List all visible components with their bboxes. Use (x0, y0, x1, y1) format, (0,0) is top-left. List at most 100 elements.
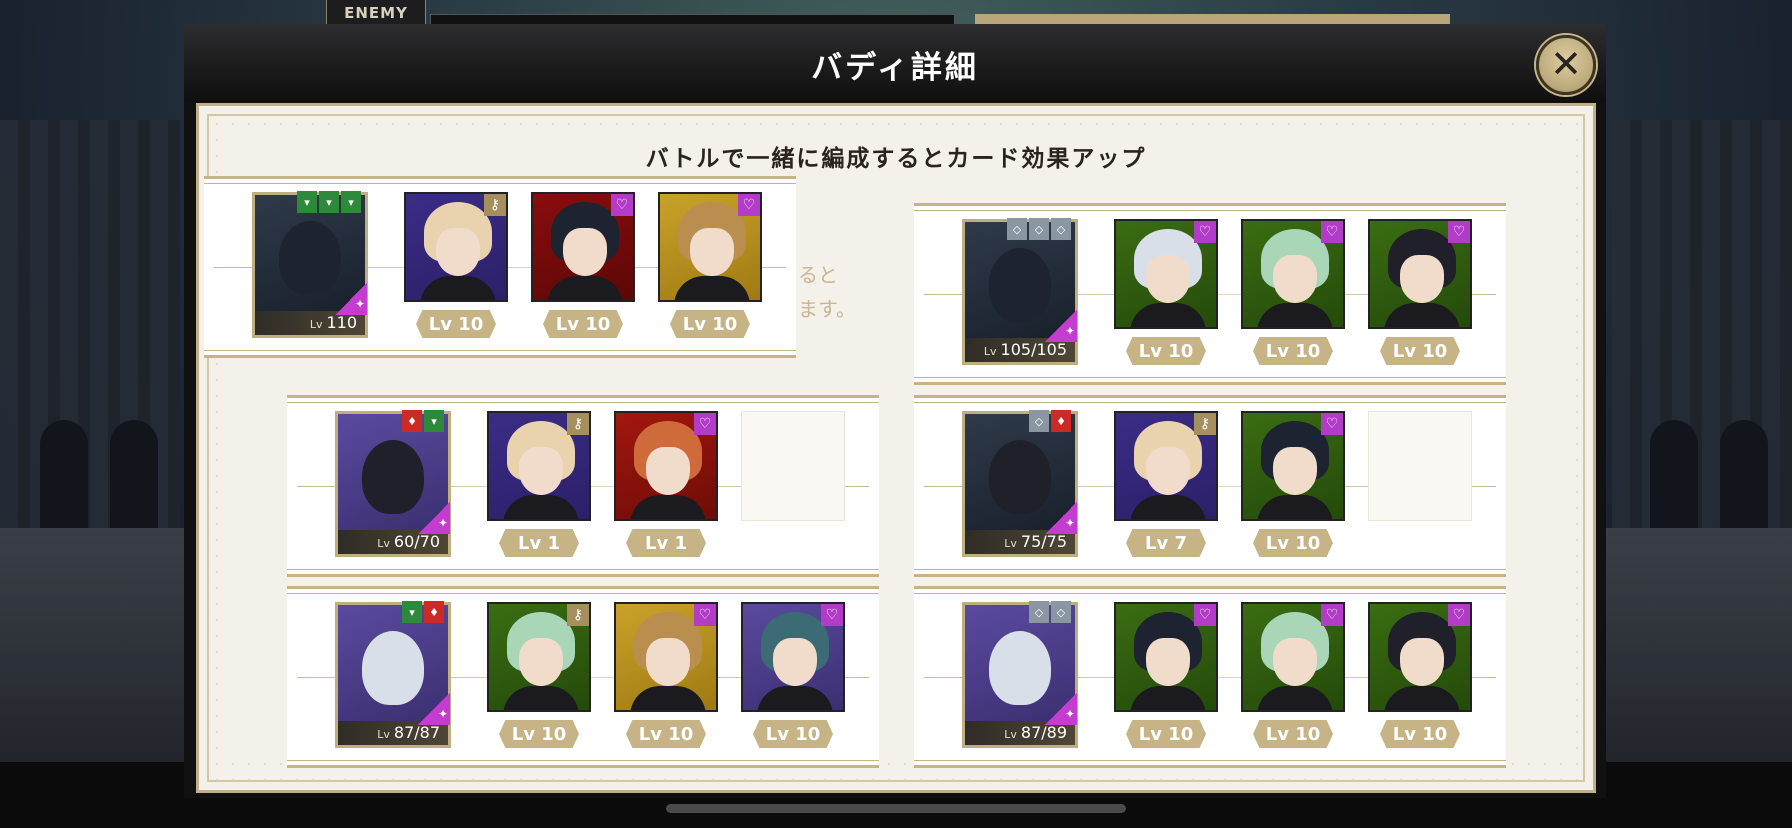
heart-icon: ♡ (1321, 604, 1343, 626)
character-face (1273, 447, 1317, 495)
attribute-badges: ◇ ◇ ◇ (1007, 218, 1071, 240)
character-face (646, 447, 690, 495)
buddy-level: Lv 10 (416, 310, 496, 338)
character-portrait (989, 248, 1051, 322)
character-face (1400, 255, 1444, 303)
background-arch (110, 420, 158, 530)
lead-card[interactable]: Lv 87/87 ▾ ♦ ✦ (335, 601, 451, 748)
buddy-group: Lv 110 ▾ ▾ ▾ ✦ ⚷ Lv 10 ♡ Lv 10 ♡ Lv 10 (204, 176, 796, 358)
attribute-badges: ▾ ♦ (402, 601, 444, 623)
character-face (1146, 638, 1190, 686)
wind-badge-icon: ▾ (319, 191, 339, 213)
character-face (1146, 447, 1190, 495)
buddy-level: Lv 1 (626, 529, 706, 557)
buddy-card[interactable]: ♡ Lv 10 (1114, 219, 1218, 365)
lead-card[interactable]: Lv 110 ▾ ▾ ▾ ✦ (252, 191, 368, 338)
buddy-group: Lv 87/89 ◇ ◇ ✦ ♡ Lv 10 ♡ Lv 10 ♡ Lv 10 (914, 586, 1506, 768)
buddy-level: Lv 10 (543, 310, 623, 338)
buddy-card[interactable]: ♡ Lv 10 (1241, 602, 1345, 748)
character-face (1273, 255, 1317, 303)
character-face (519, 638, 563, 686)
empty-buddy-slot (1368, 411, 1472, 521)
locked-badge-icon: ◇ (1029, 601, 1049, 623)
lv-prefix: Lv (1004, 537, 1017, 550)
character-suit (1384, 303, 1460, 327)
lead-card[interactable]: Lv 60/70 ♦ ▾ ✦ (335, 410, 451, 557)
buddy-level: Lv 10 (670, 310, 750, 338)
buddy-card[interactable]: ⚷ Lv 10 (487, 602, 591, 748)
character-face (646, 638, 690, 686)
locked-badge-icon: ◇ (1029, 410, 1049, 432)
rarity-sparkle-icon: ✦ (1045, 693, 1077, 725)
heart-icon: ♡ (1448, 221, 1470, 243)
character-portrait (989, 440, 1051, 514)
lv-prefix: Lv (983, 345, 997, 358)
close-button[interactable]: ✕ (1536, 35, 1596, 95)
buddy-card[interactable]: ⚷ Lv 1 (487, 411, 591, 557)
heart-icon: ♡ (1321, 221, 1343, 243)
character-face (773, 638, 817, 686)
character-suit (547, 276, 623, 300)
character-suit (420, 276, 496, 300)
character-suit (1384, 686, 1460, 710)
buddy-card[interactable]: ♡ Lv 10 (1368, 602, 1472, 748)
buddy-group: Lv 87/87 ▾ ♦ ✦ ⚷ Lv 10 ♡ Lv 10 ♡ Lv 10 (287, 586, 879, 768)
lead-card[interactable]: Lv 75/75 ◇ ♦ ✦ (962, 410, 1078, 557)
character-face (436, 228, 480, 276)
rarity-sparkle-icon: ✦ (1045, 502, 1077, 534)
attribute-badges: ◇ ♦ (1029, 410, 1071, 432)
buddy-card[interactable]: ♡ Lv 10 (531, 192, 635, 338)
character-suit (1257, 495, 1333, 519)
buddy-card[interactable]: ♡ Lv 10 (741, 602, 845, 748)
buddy-level: Lv 10 (1126, 337, 1206, 365)
heart-icon: ♡ (611, 194, 633, 216)
heart-icon: ♡ (1194, 604, 1216, 626)
buddy-card[interactable]: ♡ Lv 1 (614, 411, 718, 557)
character-face (519, 447, 563, 495)
rarity-sparkle-icon: ✦ (335, 283, 367, 315)
buddy-level: Lv 10 (1126, 720, 1206, 748)
background-arch (1720, 420, 1768, 530)
fire-badge-icon: ♦ (402, 410, 422, 432)
character-suit (503, 686, 579, 710)
key-icon: ⚷ (1194, 413, 1216, 435)
heart-icon: ♡ (821, 604, 843, 626)
rarity-sparkle-icon: ✦ (418, 502, 450, 534)
buddy-card[interactable]: ♡ Lv 10 (1241, 219, 1345, 365)
attribute-badges: ♦ ▾ (402, 410, 444, 432)
home-indicator (666, 804, 1126, 813)
buddy-level: Lv 10 (1380, 720, 1460, 748)
key-icon: ⚷ (484, 194, 506, 216)
buddy-card[interactable]: ⚷ Lv 10 (404, 192, 508, 338)
buddy-card[interactable]: ♡ Lv 10 (658, 192, 762, 338)
panel-heading: バトルで一緒に編成するとカード効果アップ (645, 146, 1147, 172)
fire-badge-icon: ♦ (424, 601, 444, 623)
character-suit (1130, 303, 1206, 327)
character-suit (630, 686, 706, 710)
character-portrait (362, 631, 424, 705)
key-icon: ⚷ (567, 413, 589, 435)
buddy-level: Lv 10 (1253, 720, 1333, 748)
character-suit (757, 686, 833, 710)
character-face (563, 228, 607, 276)
lead-level-value: 105/105 (1000, 340, 1067, 359)
buddy-card[interactable]: ♡ Lv 10 (1368, 219, 1472, 365)
lv-prefix: Lv (309, 318, 323, 331)
attribute-badges: ◇ ◇ (1029, 601, 1071, 623)
wind-badge-icon: ▾ (402, 601, 422, 623)
heart-icon: ♡ (1194, 221, 1216, 243)
lead-level-value: 87/89 (1020, 723, 1067, 742)
buddy-level: Lv 10 (626, 720, 706, 748)
modal-header: バディ詳細 (184, 24, 1606, 102)
character-face (1400, 638, 1444, 686)
lead-card[interactable]: Lv 105/105 ◇ ◇ ◇ ✦ (962, 218, 1078, 365)
buddy-card[interactable]: ♡ Lv 10 (614, 602, 718, 748)
buddy-card[interactable]: ♡ Lv 10 (1114, 602, 1218, 748)
character-portrait (362, 440, 424, 514)
rarity-sparkle-icon: ✦ (1045, 310, 1077, 342)
lead-card[interactable]: Lv 87/89 ◇ ◇ ✦ (962, 601, 1078, 748)
lead-level-value: 110 (326, 313, 357, 332)
buddy-card[interactable]: ⚷ Lv 7 (1114, 411, 1218, 557)
buddy-card[interactable]: ♡ Lv 10 (1241, 411, 1345, 557)
character-face (1146, 255, 1190, 303)
